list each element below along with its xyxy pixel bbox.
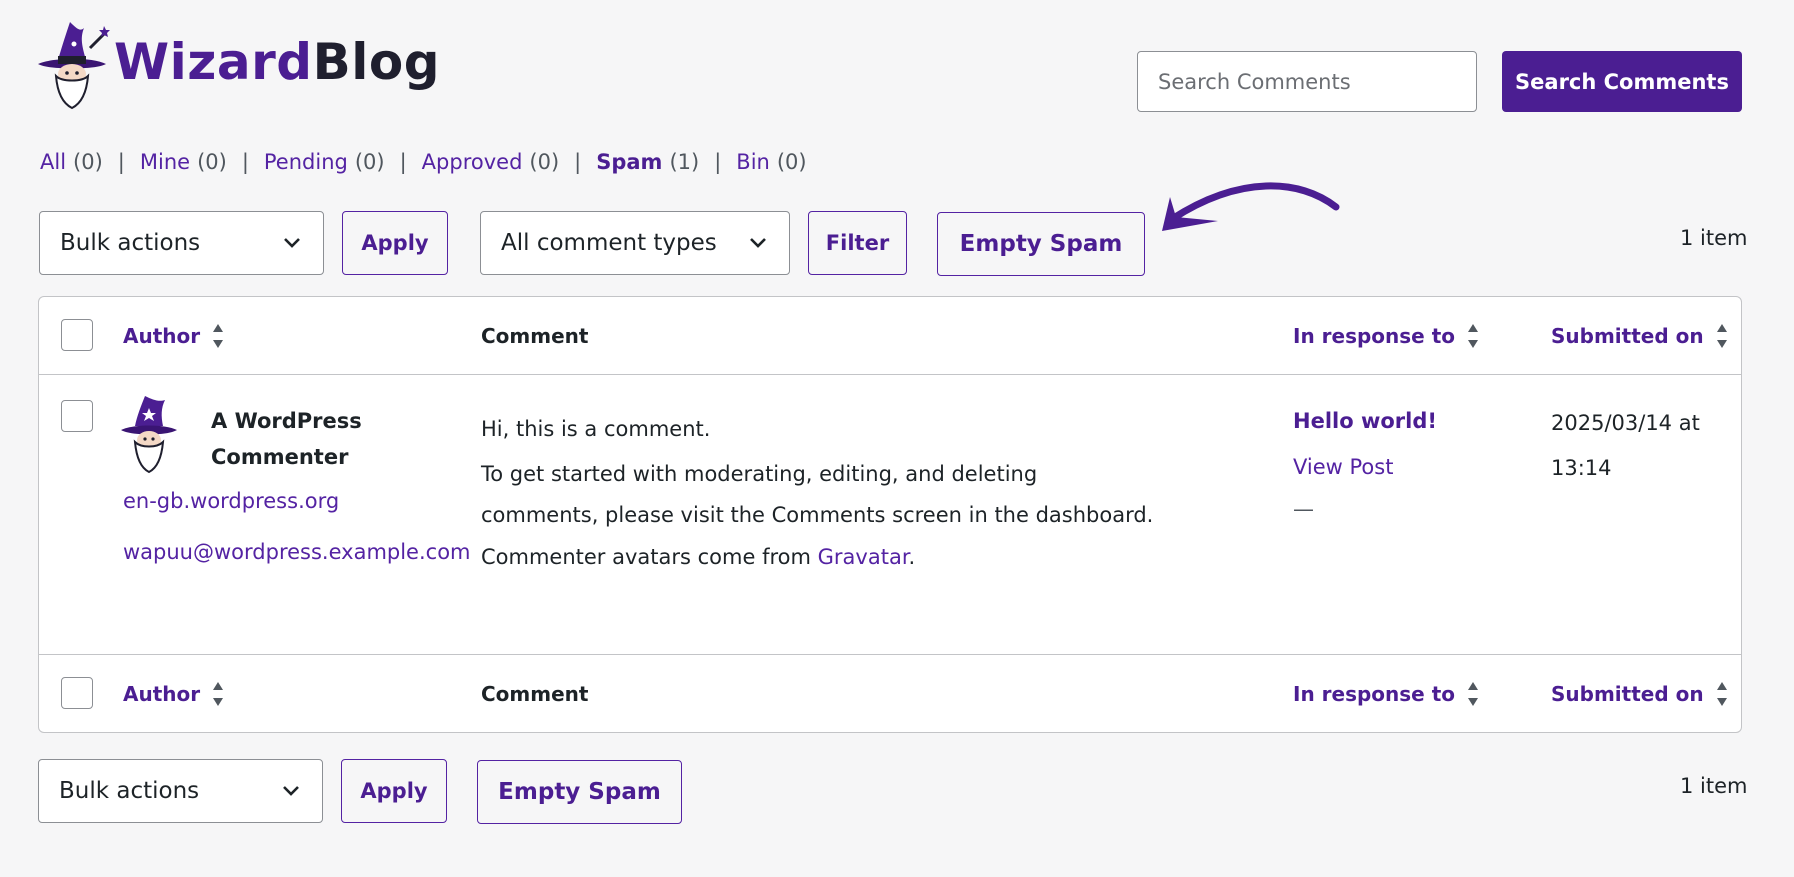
column-author-label: Author bbox=[123, 323, 201, 348]
view-pending-link[interactable]: Pending bbox=[264, 150, 348, 174]
sort-arrows-icon bbox=[1716, 323, 1727, 348]
bulk-actions-select-bottom[interactable]: Bulk actions bbox=[38, 759, 323, 823]
response-post-link[interactable]: Hello world! bbox=[1293, 409, 1437, 433]
response-dash: — bbox=[1293, 497, 1314, 521]
column-author-label: Author bbox=[123, 681, 201, 706]
bulk-actions-select-top[interactable]: Bulk actions bbox=[39, 211, 324, 275]
view-all-link[interactable]: All bbox=[40, 150, 66, 174]
curved-arrow-icon bbox=[1162, 182, 1340, 231]
item-count-top: 1 item bbox=[1680, 226, 1748, 250]
view-bin-link[interactable]: Bin bbox=[736, 150, 770, 174]
table-header: Author Comment In response to Submitted … bbox=[39, 297, 1741, 375]
gravatar-link[interactable]: Gravatar bbox=[818, 545, 909, 569]
view-bin-count: (0) bbox=[776, 150, 807, 174]
column-submitted-label: Submitted on bbox=[1551, 323, 1704, 348]
item-count-bottom: 1 item bbox=[1680, 774, 1748, 798]
column-author-sort[interactable]: Author bbox=[123, 297, 224, 374]
view-separator: | bbox=[574, 150, 582, 174]
column-submitted-label: Submitted on bbox=[1551, 681, 1704, 706]
sort-arrows-icon bbox=[1716, 681, 1727, 706]
view-approved-link[interactable]: Approved bbox=[422, 150, 523, 174]
bulk-actions-value: Bulk actions bbox=[59, 778, 200, 804]
comment-line-suffix: . bbox=[908, 544, 916, 569]
wizard-avatar-icon bbox=[121, 396, 177, 474]
row-checkbox[interactable] bbox=[61, 400, 93, 432]
column-submitted-sort[interactable]: Submitted on bbox=[1551, 297, 1728, 374]
column-submitted-sort[interactable]: Submitted on bbox=[1551, 655, 1728, 732]
column-author-sort[interactable]: Author bbox=[123, 655, 224, 732]
site-title: WizardBlog bbox=[114, 33, 440, 91]
empty-spam-button-top[interactable]: Empty Spam bbox=[937, 212, 1145, 276]
select-all-checkbox-bottom[interactable] bbox=[61, 677, 93, 709]
submitted-date: 2025/03/14 at 13:14 bbox=[1551, 411, 1700, 480]
view-all-count: (0) bbox=[73, 150, 103, 174]
comment-line: To get started with moderating, editing,… bbox=[481, 461, 1154, 528]
view-spam-link[interactable]: Spam bbox=[596, 150, 662, 174]
column-response-label: In response to bbox=[1293, 323, 1456, 348]
sort-arrows-icon bbox=[1468, 323, 1479, 348]
comment-line: Commenter avatars come from Gravatar. bbox=[481, 537, 1161, 579]
chevron-down-icon bbox=[283, 786, 299, 796]
view-all: All (0) bbox=[40, 150, 103, 174]
view-separator: | bbox=[399, 150, 407, 174]
view-bin: Bin (0) bbox=[736, 150, 806, 174]
view-spam: Spam (1) bbox=[596, 150, 699, 174]
comment-text: Hi, this is a comment. To get started wi… bbox=[481, 409, 1161, 578]
view-separator: | bbox=[714, 150, 722, 174]
search-comments-button[interactable]: Search Comments bbox=[1502, 51, 1742, 112]
wizard-logo-icon bbox=[38, 22, 110, 110]
view-approved-count: (0) bbox=[529, 150, 560, 174]
column-comment-label: Comment bbox=[481, 323, 589, 348]
view-post-link[interactable]: View Post bbox=[1293, 455, 1393, 479]
view-pending: Pending (0) bbox=[264, 150, 385, 174]
view-separator: | bbox=[241, 150, 249, 174]
chevron-down-icon bbox=[750, 238, 766, 248]
comments-table: Author Comment In response to Submitted … bbox=[38, 296, 1742, 733]
comment-author-name: A WordPress Commenter bbox=[211, 409, 362, 469]
apply-button-bottom[interactable]: Apply bbox=[341, 759, 447, 823]
view-pending-count: (0) bbox=[354, 150, 385, 174]
sort-arrows-icon bbox=[213, 323, 224, 348]
view-approved: Approved (0) bbox=[422, 150, 559, 174]
comment-type-select[interactable]: All comment types bbox=[480, 211, 790, 275]
comment-author-url[interactable]: en-gb.wordpress.org bbox=[123, 489, 339, 513]
column-comment-label: Comment bbox=[481, 681, 589, 706]
sort-arrows-icon bbox=[213, 681, 224, 706]
view-mine-count: (0) bbox=[197, 150, 227, 174]
comment-type-value: All comment types bbox=[501, 230, 717, 256]
chevron-down-icon bbox=[284, 238, 300, 248]
empty-spam-button-bottom[interactable]: Empty Spam bbox=[477, 760, 682, 824]
table-footer: Author Comment In response to Submitted … bbox=[39, 654, 1741, 732]
comment-line: Hi, this is a comment. bbox=[481, 417, 711, 441]
filter-button[interactable]: Filter bbox=[808, 211, 907, 275]
apply-button-top[interactable]: Apply bbox=[342, 211, 448, 275]
view-separator: | bbox=[117, 150, 125, 174]
bulk-actions-value: Bulk actions bbox=[60, 230, 201, 256]
select-all-checkbox[interactable] bbox=[61, 319, 93, 351]
view-mine-link[interactable]: Mine bbox=[140, 150, 190, 174]
comment-line-text: Commenter avatars come from bbox=[481, 544, 818, 569]
column-response-sort[interactable]: In response to bbox=[1293, 655, 1479, 732]
column-response-sort[interactable]: In response to bbox=[1293, 297, 1479, 374]
search-input[interactable] bbox=[1137, 51, 1477, 112]
view-spam-count: (1) bbox=[669, 150, 700, 174]
comment-author-email[interactable]: wapuu@wordpress.example.com bbox=[123, 531, 471, 573]
comment-status-filters: All (0) | Mine (0) | Pending (0) | Approved… bbox=[40, 150, 807, 174]
view-mine: Mine (0) bbox=[140, 150, 227, 174]
site-title-part1: Wizard bbox=[114, 33, 313, 91]
sort-arrows-icon bbox=[1468, 681, 1479, 706]
site-logo[interactable]: WizardBlog bbox=[30, 20, 440, 110]
column-response-label: In response to bbox=[1293, 681, 1456, 706]
site-title-part2: Blog bbox=[312, 33, 440, 91]
